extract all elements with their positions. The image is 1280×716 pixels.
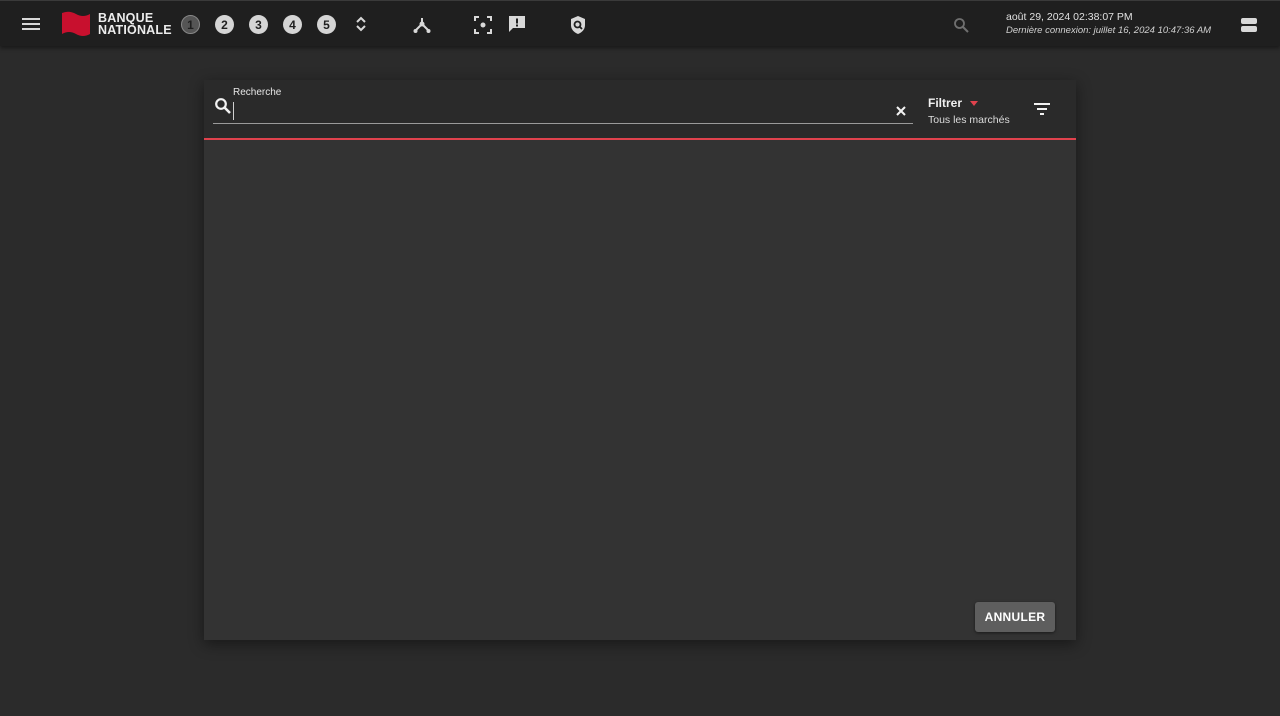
focus-icon[interactable] (471, 13, 495, 37)
search-dialog: Recherche Filtrer Tous les marchés ANNUL… (204, 80, 1076, 640)
flag-logo-icon (62, 11, 90, 36)
datetime-block: août 29, 2024 02:38:07 PM Dernière conne… (1006, 11, 1226, 37)
search-underline (213, 123, 913, 124)
workspace-3-button[interactable]: 3 (249, 15, 268, 34)
last-login: Dernière connexion: juillet 16, 2024 10:… (1006, 25, 1212, 36)
search-icon[interactable] (949, 13, 973, 37)
current-datetime: août 29, 2024 02:38:07 PM (1006, 11, 1133, 23)
market-filter-dropdown[interactable]: Filtrer Tous les marchés (928, 96, 1010, 126)
search-field-icon (215, 98, 231, 114)
brand-logo[interactable]: BANQUE NATIONALE (60, 10, 172, 38)
workspace-2-button[interactable]: 2 (215, 15, 234, 34)
dialog-header: Recherche Filtrer Tous les marchés (204, 80, 1076, 140)
menu-icon[interactable] (18, 13, 44, 35)
caret-down-icon (970, 100, 979, 106)
feedback-icon[interactable] (505, 12, 529, 36)
workspace-5-button[interactable]: 5 (317, 15, 336, 34)
search-input[interactable] (233, 102, 903, 120)
filter-value: Tous les marchés (928, 114, 1010, 126)
shield-search-icon[interactable] (566, 13, 590, 37)
top-bar: BANQUE NATIONALE 1 2 3 4 5 août 29, 2024… (0, 0, 1280, 46)
brand-line2: NATIONALE (98, 23, 172, 37)
clear-search-icon[interactable] (894, 104, 908, 118)
workspace-switch-icon[interactable] (349, 12, 373, 36)
network-icon[interactable] (410, 13, 434, 37)
search-label: Recherche (233, 87, 282, 98)
filter-list-icon[interactable] (1032, 100, 1052, 118)
cancel-button[interactable]: ANNULER (975, 602, 1055, 632)
filter-title: Filtrer (928, 96, 963, 110)
workspace-4-button[interactable]: 4 (283, 15, 302, 34)
server-icon[interactable] (1237, 13, 1261, 37)
workspace-1-button[interactable]: 1 (181, 15, 200, 34)
